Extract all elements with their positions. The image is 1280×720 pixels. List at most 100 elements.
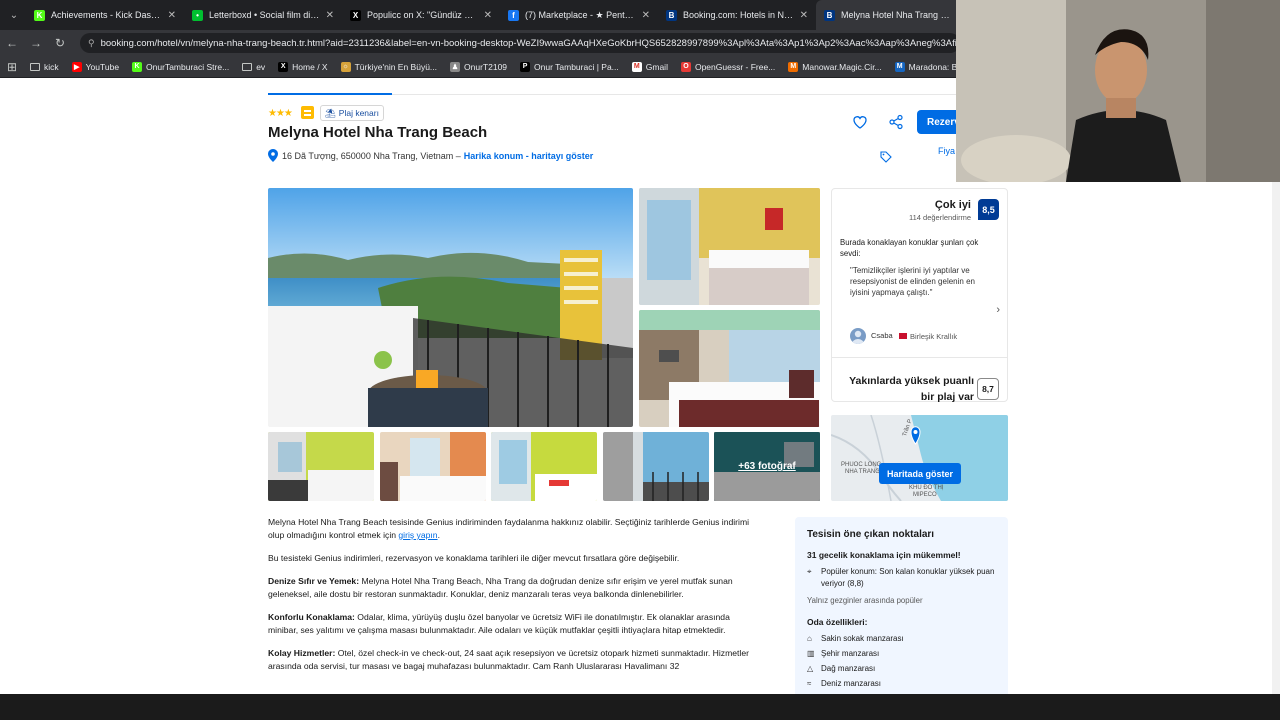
thumbnail-photo-4[interactable] xyxy=(603,432,709,501)
close-tab-icon[interactable]: ✕ xyxy=(484,10,492,21)
room-photo-1[interactable] xyxy=(639,188,820,305)
booking-icon: B xyxy=(666,9,677,21)
bookmark-item[interactable]: K OnurTamburaci Stre... xyxy=(132,61,230,72)
bookmark-item[interactable]: ev xyxy=(242,62,265,72)
site-icon: ☼ xyxy=(340,61,351,72)
back-icon[interactable]: ← xyxy=(0,36,24,50)
beach-dining-paragraph: Denize Sıfır ve Yemek: Melyna Hotel Nha … xyxy=(268,575,758,601)
close-tab-icon[interactable]: ✕ xyxy=(800,10,808,21)
comfort-title: Konforlu Konaklama: xyxy=(268,612,355,622)
perfect-stay-text: 31 gecelik konaklama için mükemmel! xyxy=(807,550,961,560)
room-features-title: Oda özellikleri: xyxy=(807,617,868,627)
property-description: Melyna Hotel Nha Trang Beach tesisinde G… xyxy=(268,516,758,683)
subnav-active-tab[interactable] xyxy=(268,93,392,95)
price-match-link[interactable]: Fiya xyxy=(938,146,955,156)
popular-location-text: Popüler konum: Son kalan konuklar yüksek… xyxy=(821,567,995,588)
star-rating: ★★★ xyxy=(268,108,293,119)
browser-tab[interactable]: B Booking.com: Hotels in Nha Tra ✕ xyxy=(658,0,816,30)
bookmark-item[interactable]: O OpenGuessr - Free... xyxy=(680,61,776,72)
heart-icon[interactable] xyxy=(852,114,868,130)
reviewer-country: Birleşik Krallık xyxy=(910,332,958,341)
youtube-icon: ▶ xyxy=(71,61,82,72)
thumbnail-photo-3[interactable] xyxy=(491,432,597,501)
site-info-icon[interactable]: ⚲ xyxy=(88,38,95,49)
patreon-icon: P xyxy=(520,61,531,72)
property-highlights: Tesisin öne çıkan noktaları 31 gecelik k… xyxy=(795,517,1008,694)
review-summary-card[interactable]: Çok iyi 114 değerlendirme 8,5 Burada kon… xyxy=(831,188,1008,403)
beach-icon: ⛱ xyxy=(325,107,336,118)
bookmark-label: Home / X xyxy=(292,61,328,72)
close-tab-icon[interactable]: ✕ xyxy=(642,10,650,21)
highlights-title: Tesisin öne çıkan noktaları xyxy=(807,529,935,540)
guests-liked-intro: Burada konaklayan konuklar şunları çok s… xyxy=(840,238,979,258)
bookmark-item[interactable]: M Gmail xyxy=(631,61,668,72)
forward-icon[interactable]: → xyxy=(24,36,48,50)
bookmark-item[interactable]: P Onur Tamburaci | Pa... xyxy=(520,61,619,72)
map-label-khu-do-thi: KHU ĐÔ THỊ xyxy=(909,485,944,491)
room-feature-row: ≈ Deniz manzarası xyxy=(807,678,996,690)
show-on-map-button[interactable]: Haritada göster xyxy=(879,463,962,484)
gmail-icon: M xyxy=(631,61,642,72)
next-review-icon[interactable]: › xyxy=(996,304,1000,316)
thumbnail-photo-2[interactable] xyxy=(380,432,486,501)
bookmark-item[interactable]: ♟ OnurT2109 xyxy=(450,61,507,72)
tab-title: (7) Marketplace - ★ Penthouse xyxy=(525,9,636,20)
room-feature-text: Deniz manzarası xyxy=(821,679,882,688)
apps-icon[interactable]: ⊞ xyxy=(0,60,24,74)
booking-preferred-icon xyxy=(301,106,314,119)
bookmark-item[interactable]: ☼ Türkiye'nin En Büyü... xyxy=(340,61,438,72)
sign-in-link[interactable]: giriş yapın xyxy=(398,530,437,540)
bookmark-label: ev xyxy=(256,61,266,72)
room-feature-row: △ Dağ manzarası xyxy=(807,663,996,675)
tab-title: Melyna Hotel Nha Trang Beach xyxy=(841,10,952,20)
beach-score: 8,7 xyxy=(977,378,999,400)
main-photo[interactable] xyxy=(268,188,633,427)
genius-note: Bu tesisteki Genius indirimleri, rezerva… xyxy=(268,553,680,563)
reload-icon[interactable]: ↻ xyxy=(48,36,72,50)
more-photos-button[interactable]: +63 fotoğraf xyxy=(714,432,820,501)
bookmark-label: OpenGuessr - Free... xyxy=(694,61,776,72)
address-bar[interactable]: ⚲ booking.com/hotel/vn/melyna-nha-trang-… xyxy=(80,33,960,53)
room-photo-2[interactable] xyxy=(639,310,820,427)
browser-tab[interactable]: • Letterboxd • Social film discove ✕ xyxy=(184,0,342,30)
reviewer-name: Csaba xyxy=(871,331,893,340)
review-label: Çok iyi xyxy=(934,199,971,211)
mountain-view-icon: △ xyxy=(807,664,814,673)
browser-tab[interactable]: X Populicc on X: "Gündüz kuşağı ✕ xyxy=(342,0,500,30)
bookmark-item[interactable]: X Home / X xyxy=(278,61,328,72)
map-preview[interactable]: Trần P PHUOC LONG NHA TRANG KHU ĐÔ THỊ M… xyxy=(831,415,1008,501)
location-pin-icon: ⌖ xyxy=(807,567,812,576)
bookmark-label: Türkiye'nin En Büyü... xyxy=(354,61,438,72)
bookmark-item[interactable]: kick xyxy=(30,62,59,72)
close-tab-icon[interactable]: ✕ xyxy=(168,10,176,21)
show-map-link[interactable]: Harika konum - haritayı göster xyxy=(464,151,594,161)
tab-search-button[interactable]: ⌄ xyxy=(2,4,26,26)
hotel-name: Melyna Hotel Nha Trang Beach xyxy=(268,124,488,141)
services-paragraph: Kolay Hizmetler: Otel, özel check-in ve … xyxy=(268,647,758,673)
genius-text: Melyna Hotel Nha Trang Beach tesisinde G… xyxy=(268,517,750,540)
reserve-button[interactable]: Rezerv xyxy=(917,110,957,134)
browser-tab[interactable]: BMelyna Hotel Nha Trang Beach✕ xyxy=(816,0,974,30)
facebook-icon: f xyxy=(508,9,519,21)
bookmark-label: Gmail xyxy=(645,61,668,72)
bookmark-label: kick xyxy=(44,61,59,72)
review-score: 8,5 xyxy=(978,199,999,220)
bookmark-label: OnurTamburaci Stre... xyxy=(146,61,230,72)
beachfront-badge: ⛱ Plaj kenarı xyxy=(320,105,384,121)
kick-icon: K xyxy=(34,9,45,21)
address-url: booking.com/hotel/vn/melyna-nha-trang-be… xyxy=(100,37,960,49)
thumbnail-photo-1[interactable] xyxy=(268,432,374,501)
bookmark-item[interactable]: ▶ YouTube xyxy=(71,61,119,72)
letterboxd-icon: • xyxy=(192,9,203,21)
bookmark-item[interactable]: M Manowar.Magic.Cir... xyxy=(788,61,882,72)
close-tab-icon[interactable]: ✕ xyxy=(326,10,334,21)
folder-icon xyxy=(242,62,253,71)
folder-icon xyxy=(30,62,40,71)
taskbar xyxy=(0,694,1280,720)
webcam-overlay xyxy=(956,0,1280,182)
browser-tab[interactable]: K Achievements - Kick Dashboard ✕ xyxy=(26,0,184,30)
map-label-nha-trang: NHA TRANG xyxy=(845,469,880,475)
room-feature-row: ▥ Şehir manzarası xyxy=(807,648,996,660)
browser-tab[interactable]: f (7) Marketplace - ★ Penthouse ✕ xyxy=(500,0,658,30)
share-icon[interactable] xyxy=(888,114,904,130)
